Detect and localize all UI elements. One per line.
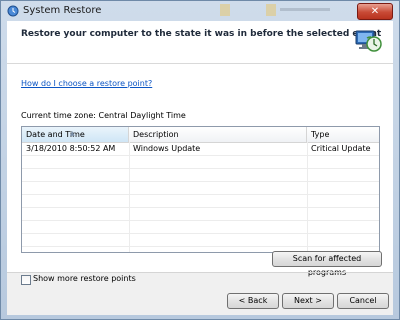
column-divider bbox=[307, 142, 308, 252]
dialog-client: Restore your computer to the state it wa… bbox=[7, 21, 393, 315]
dialog-header: Restore your computer to the state it wa… bbox=[7, 21, 393, 64]
scan-affected-programs-button[interactable]: Scan for affected programs bbox=[272, 251, 382, 277]
close-icon: ✕ bbox=[370, 6, 380, 17]
cell-description: Windows Update bbox=[133, 144, 201, 153]
footer-divider bbox=[7, 272, 393, 273]
background-window-glimpse bbox=[220, 4, 330, 16]
empty-row bbox=[22, 195, 379, 208]
cancel-button[interactable]: Cancel bbox=[337, 293, 389, 309]
close-button[interactable]: ✕ bbox=[357, 3, 393, 20]
column-divider bbox=[129, 142, 130, 252]
back-button[interactable]: < Back bbox=[227, 293, 279, 309]
window-title: System Restore bbox=[23, 5, 102, 16]
empty-row bbox=[22, 208, 379, 221]
column-label: Date and Time bbox=[26, 130, 85, 139]
column-header-type[interactable]: Type bbox=[307, 127, 379, 142]
checkbox-box[interactable] bbox=[21, 275, 31, 285]
dialog-content: How do I choose a restore point? Current… bbox=[7, 64, 393, 285]
next-button[interactable]: Next > bbox=[282, 293, 334, 309]
empty-row bbox=[22, 221, 379, 234]
empty-row bbox=[22, 169, 379, 182]
help-link[interactable]: How do I choose a restore point? bbox=[21, 79, 152, 88]
system-restore-window: System Restore ✕ Restore your computer t… bbox=[0, 0, 400, 320]
restore-points-table[interactable]: ▲ Date and Time Description Type 3/18/20… bbox=[21, 126, 380, 253]
timezone-label: Current time zone: Central Daylight Time bbox=[21, 111, 186, 120]
system-restore-icon bbox=[7, 5, 19, 17]
show-more-label: Show more restore points bbox=[33, 274, 136, 283]
table-row[interactable]: 3/18/2010 8:50:52 AM Windows Update Crit… bbox=[22, 143, 379, 156]
cell-type: Critical Update bbox=[311, 144, 371, 153]
column-label: Type bbox=[311, 130, 330, 139]
empty-row bbox=[22, 234, 379, 247]
cell-date: 3/18/2010 8:50:52 AM bbox=[26, 144, 116, 153]
column-header-description[interactable]: Description bbox=[129, 127, 307, 142]
empty-row bbox=[22, 156, 379, 169]
column-header-date[interactable]: ▲ Date and Time bbox=[22, 127, 129, 142]
page-heading: Restore your computer to the state it wa… bbox=[21, 29, 382, 39]
sort-up-icon: ▲ bbox=[70, 130, 75, 137]
empty-row bbox=[22, 182, 379, 195]
column-label: Description bbox=[133, 130, 179, 139]
title-bar[interactable]: System Restore ✕ bbox=[1, 1, 399, 21]
table-header: ▲ Date and Time Description Type bbox=[22, 127, 379, 143]
system-restore-icon bbox=[355, 30, 382, 52]
